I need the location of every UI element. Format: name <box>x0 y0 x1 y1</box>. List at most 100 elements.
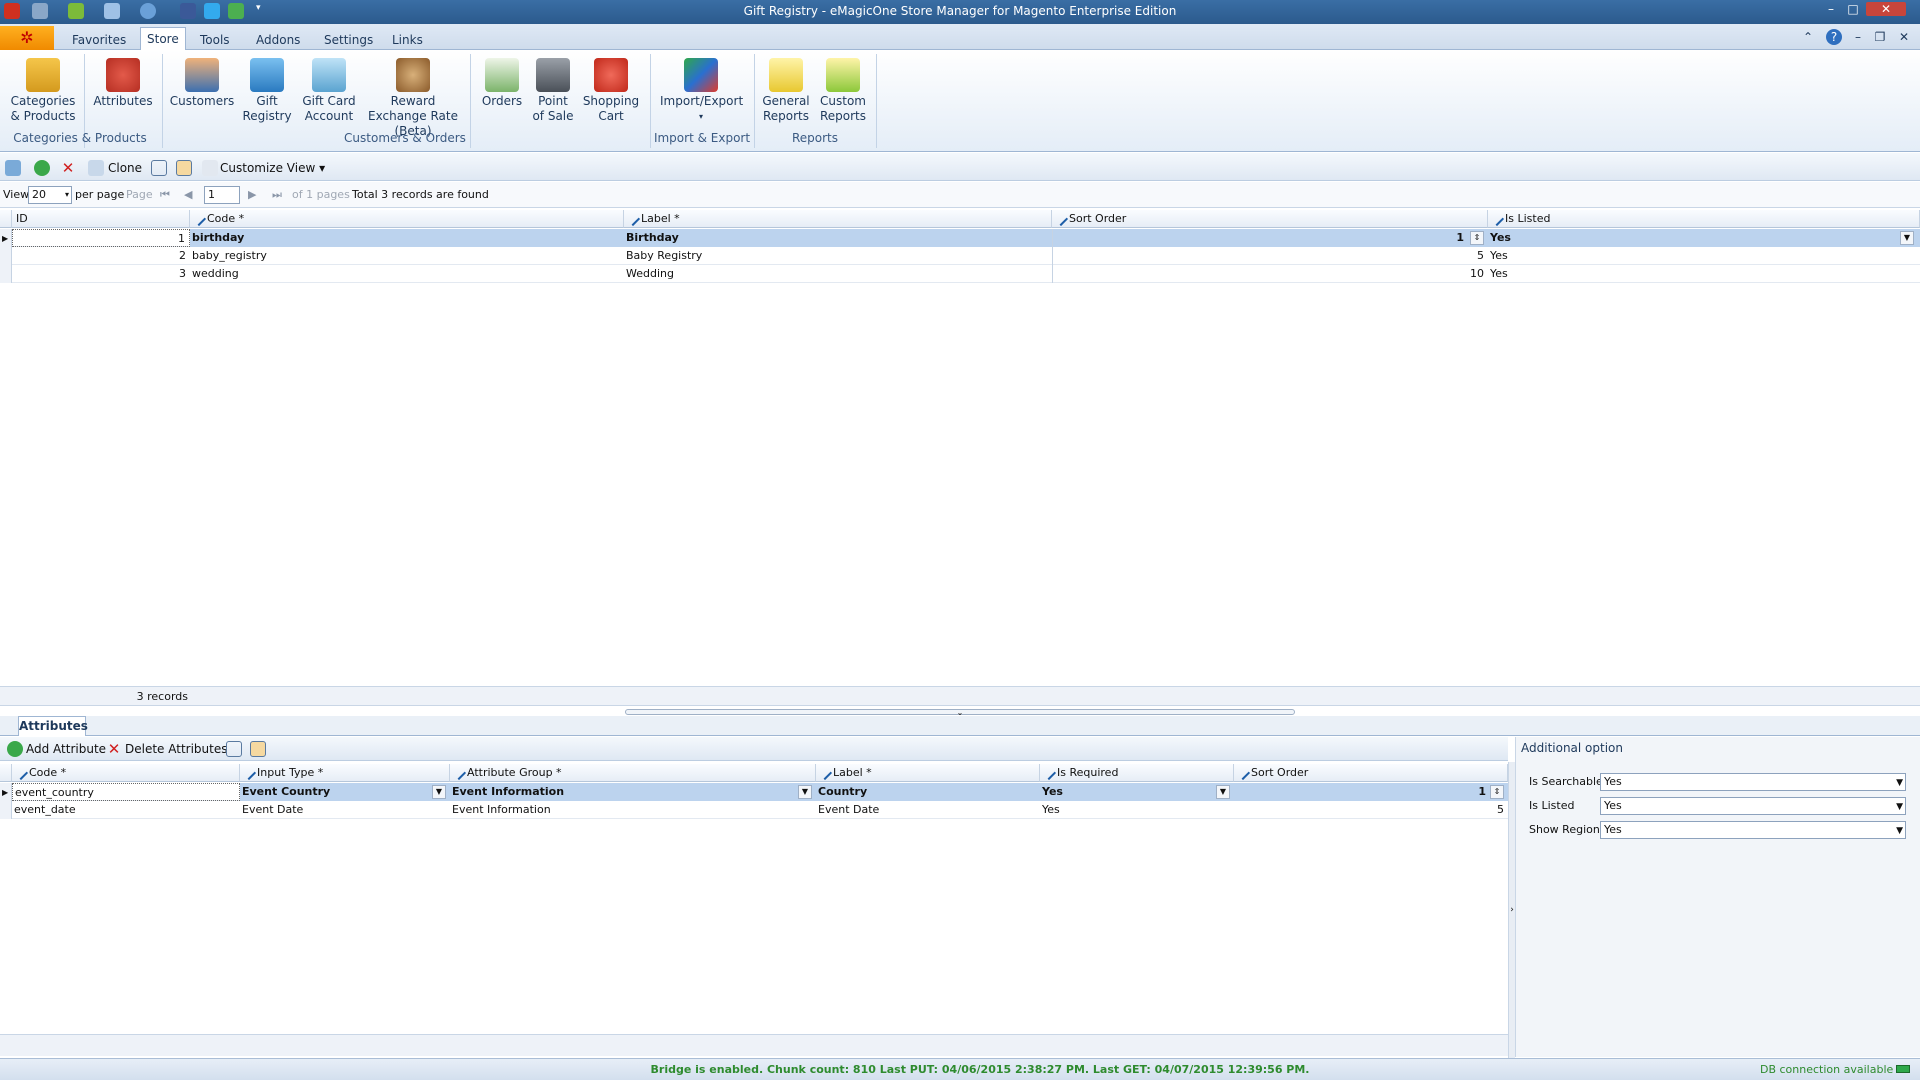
cell-attr-sort-order[interactable]: 5 <box>1234 801 1508 819</box>
app-menu-button[interactable]: ✲ <box>0 26 54 50</box>
dropdown-arrow-icon[interactable]: ▼ <box>798 785 812 799</box>
tab-attributes[interactable]: Attributes <box>18 716 88 736</box>
point-of-sale-button[interactable]: Point of Sale <box>532 58 574 124</box>
first-page-icon[interactable]: ⏮ <box>160 187 170 203</box>
cell-sort-order[interactable]: 1 <box>1052 229 1488 247</box>
dropdown-arrow-icon[interactable]: ▼ <box>432 785 446 799</box>
add-attribute-button[interactable]: Add Attribute <box>26 740 106 758</box>
cell-sort-order[interactable]: 10 <box>1052 265 1488 283</box>
gift-registry-button[interactable]: Gift Registry <box>242 58 292 124</box>
cell-is-listed[interactable]: Yes <box>1488 265 1920 283</box>
panel-splitter[interactable]: ⌄ <box>625 709 1295 717</box>
close-icon[interactable]: ✕ <box>1866 2 1906 16</box>
clone-button[interactable]: Clone <box>108 159 142 177</box>
spinner-icon[interactable]: ⇕ <box>1470 231 1484 245</box>
customize-view-button[interactable]: Customize View ▾ <box>220 159 325 177</box>
table-row[interactable]: ▶ 1 birthday Birthday 1 Yes ▼ ⇕ <box>0 229 1920 247</box>
last-page-icon[interactable]: ⏭ <box>272 187 282 203</box>
cell-id[interactable]: 1 <box>12 229 190 247</box>
cell-attr-label[interactable]: Event Date <box>816 801 1040 819</box>
gift-card-account-button[interactable]: Gift Card Account <box>300 58 358 124</box>
refresh-icon[interactable] <box>5 160 21 176</box>
cell-id[interactable]: 3 <box>12 265 190 283</box>
cell-code[interactable]: wedding <box>190 265 624 283</box>
help-button-icon[interactable]: ? <box>1826 29 1842 45</box>
cell-code[interactable]: birthday <box>190 229 624 247</box>
column-header-label[interactable]: Label * <box>624 210 1052 228</box>
reward-exchange-rate-button[interactable]: Reward Exchange Rate (Beta) <box>364 58 462 139</box>
cell-attribute-group[interactable]: Event Information <box>450 801 816 819</box>
column-header-sort-order[interactable]: Sort Order <box>1052 210 1488 228</box>
spinner-icon[interactable]: ⇕ <box>1490 785 1504 799</box>
cell-id[interactable]: 2 <box>12 247 190 265</box>
column-header-is-listed[interactable]: Is Listed <box>1488 210 1920 228</box>
tab-settings[interactable]: Settings <box>318 30 379 50</box>
clone-icon[interactable] <box>88 160 104 176</box>
column-header-input-type[interactable]: Input Type * <box>240 764 450 782</box>
cell-attr-code[interactable]: event_country <box>12 783 240 801</box>
tab-links[interactable]: Links <box>386 30 429 50</box>
column-header-is-required[interactable]: Is Required <box>1040 764 1234 782</box>
maximize-icon[interactable]: □ <box>1844 2 1862 16</box>
dropdown-arrow-icon[interactable]: ▼ <box>1900 231 1914 245</box>
custom-reports-button[interactable]: Custom Reports <box>818 58 868 124</box>
import-export-button[interactable]: Import/Export ▾ <box>660 58 743 124</box>
cell-code[interactable]: baby_registry <box>190 247 624 265</box>
cell-input-type[interactable]: Event Date <box>240 801 450 819</box>
cell-is-required[interactable]: Yes <box>1040 783 1234 801</box>
column-header-attribute-group[interactable]: Attribute Group * <box>450 764 816 782</box>
cell-is-required[interactable]: Yes <box>1040 801 1234 819</box>
delete-icon[interactable]: ✕ <box>60 160 76 176</box>
column-fit-icon[interactable] <box>226 741 242 757</box>
tab-tools[interactable]: Tools <box>194 30 236 50</box>
cell-is-listed[interactable]: Yes <box>1488 229 1920 247</box>
mdi-close-icon[interactable]: ✕ <box>1896 29 1912 45</box>
is-searchable-select[interactable]: Yes ▼ <box>1600 773 1906 791</box>
cell-is-listed[interactable]: Yes <box>1488 247 1920 265</box>
orders-button[interactable]: Orders <box>478 58 526 109</box>
tab-addons[interactable]: Addons <box>250 30 306 50</box>
column-header-attr-sort-order[interactable]: Sort Order <box>1234 764 1508 782</box>
prev-page-icon[interactable]: ◀ <box>184 187 192 203</box>
attributes-button[interactable]: Attributes <box>92 58 154 109</box>
cell-label[interactable]: Baby Registry <box>624 247 1052 265</box>
tab-favorites[interactable]: Favorites <box>66 30 132 50</box>
tab-store[interactable]: Store <box>140 27 186 51</box>
mdi-minimize-icon[interactable]: – <box>1850 29 1866 45</box>
cell-attribute-group[interactable]: Event Information <box>450 783 816 801</box>
column-fit-icon[interactable] <box>151 160 167 176</box>
column-header-attr-code[interactable]: Code * <box>12 764 240 782</box>
cell-input-type[interactable]: Event Country <box>240 783 450 801</box>
categories-products-button[interactable]: Categories & Products <box>8 58 78 124</box>
cell-attr-label[interactable]: Country <box>816 783 1040 801</box>
cell-attr-code[interactable]: event_date <box>12 801 240 819</box>
dropdown-arrow-icon[interactable]: ▼ <box>1216 785 1230 799</box>
collapse-panel-icon[interactable]: › <box>1508 762 1515 1058</box>
cell-label[interactable]: Birthday <box>624 229 1052 247</box>
column-header-id[interactable]: ID <box>12 210 190 228</box>
grid-options-icon[interactable] <box>176 160 192 176</box>
cell-attr-sort-order[interactable]: 1 <box>1234 783 1508 801</box>
shopping-cart-button[interactable]: Shopping Cart <box>582 58 640 124</box>
is-listed-select[interactable]: Yes ▼ <box>1600 797 1906 815</box>
mdi-restore-icon[interactable]: ❐ <box>1872 29 1888 45</box>
table-row[interactable]: ▶ event_country Event Country ▼ Event In… <box>0 783 1508 801</box>
cell-sort-order[interactable]: 5 <box>1052 247 1488 265</box>
add-icon[interactable] <box>34 160 50 176</box>
customers-button[interactable]: Customers <box>168 58 236 109</box>
page-input[interactable]: 1 <box>204 186 240 204</box>
collapse-ribbon-icon[interactable]: ⌃ <box>1800 29 1816 45</box>
cell-label[interactable]: Wedding <box>624 265 1052 283</box>
table-row[interactable]: 2 baby_registry Baby Registry 5 Yes <box>0 247 1920 265</box>
column-header-attr-label[interactable]: Label * <box>816 764 1040 782</box>
show-region-select[interactable]: Yes ▼ <box>1600 821 1906 839</box>
per-page-select[interactable]: 20 ▾ <box>28 186 72 204</box>
next-page-icon[interactable]: ▶ <box>248 187 256 203</box>
table-row[interactable]: 3 wedding Wedding 10 Yes <box>0 265 1920 283</box>
column-header-code[interactable]: Code * <box>190 210 624 228</box>
minimize-icon[interactable]: – <box>1822 2 1840 16</box>
table-row[interactable]: event_date Event Date Event Information … <box>0 801 1508 819</box>
general-reports-button[interactable]: General Reports <box>762 58 810 124</box>
grid-options-icon[interactable] <box>250 741 266 757</box>
delete-attributes-button[interactable]: Delete Attributes <box>125 740 227 758</box>
